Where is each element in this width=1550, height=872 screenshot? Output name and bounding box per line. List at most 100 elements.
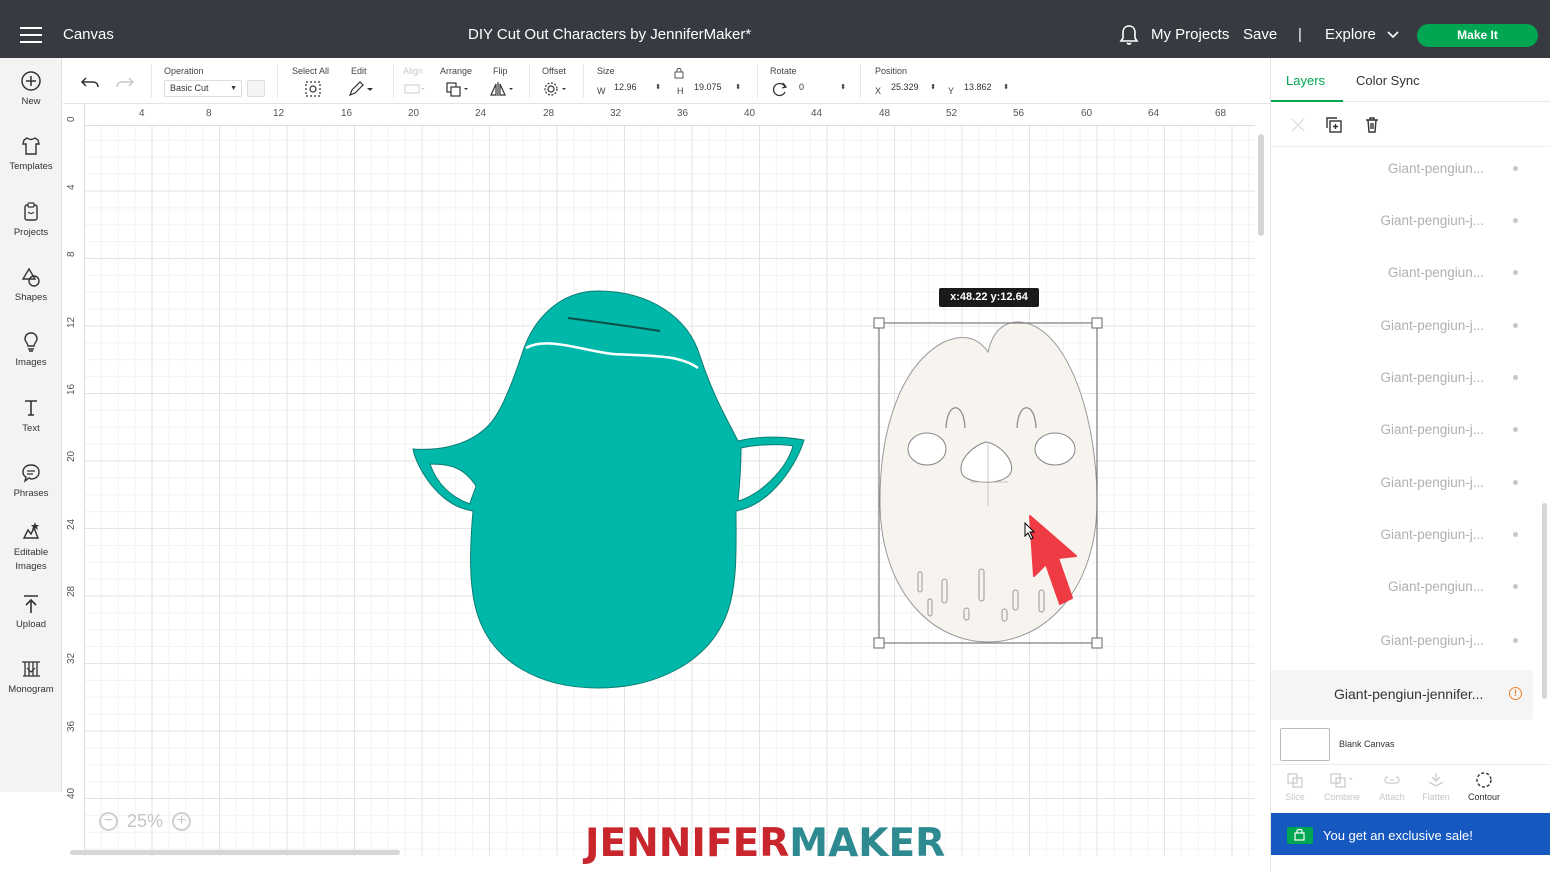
pencil-icon[interactable]	[347, 80, 375, 98]
offset-icon[interactable]	[542, 80, 570, 98]
app-name: Canvas	[63, 26, 114, 43]
zoom-out-button[interactable]: −	[99, 811, 118, 831]
canvas-horizontal-scrollbar[interactable]	[70, 850, 400, 855]
layer-name: Giant-pengiun...	[1387, 265, 1484, 280]
sale-banner[interactable]: You get an exclusive sale!	[1271, 813, 1550, 855]
teal-penguin-body-shape[interactable]	[408, 286, 808, 694]
attach-button[interactable]: Attach	[1368, 771, 1416, 802]
explore-menu[interactable]: Explore	[1325, 26, 1376, 43]
align-icon[interactable]	[403, 80, 427, 98]
sidebar-item-new[interactable]: New	[0, 70, 62, 107]
ruler-tick: 4	[66, 184, 77, 190]
resize-handle[interactable]	[873, 637, 885, 649]
bell-icon[interactable]	[1119, 24, 1139, 46]
combine-button[interactable]: Combine	[1318, 771, 1366, 802]
ungroup-icon[interactable]	[1289, 116, 1307, 134]
layer-item[interactable]: Giant-pengiun...	[1271, 247, 1536, 299]
resize-handle[interactable]	[1091, 637, 1103, 649]
redo-icon[interactable]	[115, 75, 135, 91]
layer-item[interactable]: Giant-pengiun-j...	[1271, 195, 1536, 247]
resize-handle[interactable]	[873, 317, 885, 329]
resize-handle[interactable]	[1091, 317, 1103, 329]
sidebar-item-projects[interactable]: Projects	[0, 201, 62, 238]
chevron-down-icon[interactable]	[1387, 30, 1399, 40]
make-it-button[interactable]: Make It	[1417, 24, 1538, 47]
flip-icon[interactable]	[489, 80, 517, 98]
height-input[interactable]: 19.075 ⬍	[689, 80, 743, 97]
sidebar-item-templates[interactable]: Templates	[0, 135, 62, 172]
horizontal-ruler: 4 8 12 16 20 24 28 32 36 40 44 48 52 56 …	[63, 104, 1255, 126]
undo-icon[interactable]	[80, 75, 100, 91]
canvas-vertical-scrollbar[interactable]	[1255, 104, 1270, 856]
warning-icon[interactable]: !	[1509, 687, 1522, 700]
y-position-value: 13.862	[964, 82, 992, 92]
layer-item[interactable]: Giant-pengiun-j...	[1271, 509, 1536, 561]
save-button[interactable]: Save	[1243, 26, 1277, 43]
layer-item[interactable]: Giant-pengiun-j...	[1271, 457, 1536, 509]
stepper-icon[interactable]: ⬍	[655, 80, 661, 95]
layer-visibility-dot[interactable]	[1513, 375, 1518, 380]
sidebar-item-images[interactable]: Images	[0, 331, 62, 368]
sidebar-item-phrases[interactable]: Phrases	[0, 462, 62, 499]
offset-label: Offset	[542, 66, 566, 76]
tab-layers[interactable]: Layers	[1286, 73, 1325, 88]
layer-visibility-dot[interactable]	[1513, 166, 1518, 171]
layer-visibility-dot[interactable]	[1513, 638, 1518, 643]
zoom-in-button[interactable]: +	[172, 811, 192, 831]
width-input[interactable]: 12.96 ⬍	[609, 80, 663, 97]
stepper-icon[interactable]: ⬍	[1003, 80, 1009, 95]
sidebar-item-monogram[interactable]: Monogram	[0, 658, 62, 695]
layer-visibility-dot[interactable]	[1513, 584, 1518, 589]
operation-color-swatch[interactable]	[247, 80, 265, 97]
y-position-input[interactable]: 13.862 ⬍	[959, 80, 1011, 97]
plus-circle-icon	[21, 71, 41, 91]
rotate-icon[interactable]	[771, 80, 789, 98]
sidebar-item-editable-images[interactable]: Editable Images	[0, 520, 62, 574]
layer-item[interactable]: Giant-pengiun-j...	[1271, 615, 1536, 667]
blank-canvas-thumbnail[interactable]	[1280, 728, 1330, 761]
layer-item[interactable]: Giant-pengiun-j...	[1271, 404, 1536, 456]
layers-scrollbar[interactable]	[1542, 503, 1547, 699]
layer-group-item[interactable]: Giant-pengiun-jennifer... !	[1271, 670, 1533, 720]
contour-button[interactable]: Contour	[1460, 771, 1508, 802]
layer-visibility-dot[interactable]	[1513, 218, 1518, 223]
flatten-icon	[1428, 773, 1444, 787]
stepper-icon[interactable]: ⬍	[930, 80, 936, 95]
ruler-tick: 52	[946, 108, 958, 119]
layer-item[interactable]: Giant-pengiun-j...	[1271, 352, 1536, 404]
arrange-icon[interactable]	[445, 80, 471, 98]
ruler-tick: 0	[66, 116, 77, 122]
ruler-tick: 48	[879, 108, 891, 119]
flatten-button[interactable]: Flatten	[1412, 771, 1460, 802]
layer-item[interactable]: Giant-pengiun...	[1271, 143, 1536, 195]
layer-name: Giant-pengiun-j...	[1380, 633, 1484, 648]
ruler-tick: 20	[408, 108, 420, 119]
sidebar-item-upload[interactable]: Upload	[0, 593, 62, 630]
scrollbar-thumb[interactable]	[1258, 134, 1264, 236]
sidebar-item-shapes[interactable]: Shapes	[0, 266, 62, 303]
tab-color-sync[interactable]: Color Sync	[1356, 73, 1420, 88]
menu-icon[interactable]	[20, 27, 42, 43]
active-tab-indicator	[1271, 100, 1343, 102]
operation-select[interactable]: Basic Cut ▼	[164, 80, 242, 97]
trash-icon[interactable]	[1363, 116, 1381, 134]
duplicate-icon[interactable]	[1325, 116, 1343, 134]
rotate-input[interactable]: 0 ⬍	[794, 80, 848, 97]
layer-visibility-dot[interactable]	[1513, 532, 1518, 537]
select-all-icon[interactable]	[304, 80, 322, 98]
slice-button[interactable]: Slice	[1271, 771, 1319, 802]
sidebar-item-text[interactable]: Text	[0, 397, 62, 434]
stepper-icon[interactable]: ⬍	[735, 80, 741, 95]
layer-visibility-dot[interactable]	[1513, 480, 1518, 485]
lock-icon[interactable]	[674, 67, 684, 79]
layer-visibility-dot[interactable]	[1513, 323, 1518, 328]
x-position-input[interactable]: 25.329 ⬍	[886, 80, 938, 97]
stepper-icon[interactable]: ⬍	[840, 80, 846, 95]
my-projects-link[interactable]: My Projects	[1151, 26, 1229, 43]
layer-visibility-dot[interactable]	[1513, 427, 1518, 432]
layer-visibility-dot[interactable]	[1513, 270, 1518, 275]
layer-item[interactable]: Giant-pengiun-j...	[1271, 300, 1536, 352]
toolbar-divider	[277, 64, 278, 98]
layer-item[interactable]: Giant-pengiun...	[1271, 561, 1536, 613]
ruler-tick: 8	[206, 108, 212, 119]
